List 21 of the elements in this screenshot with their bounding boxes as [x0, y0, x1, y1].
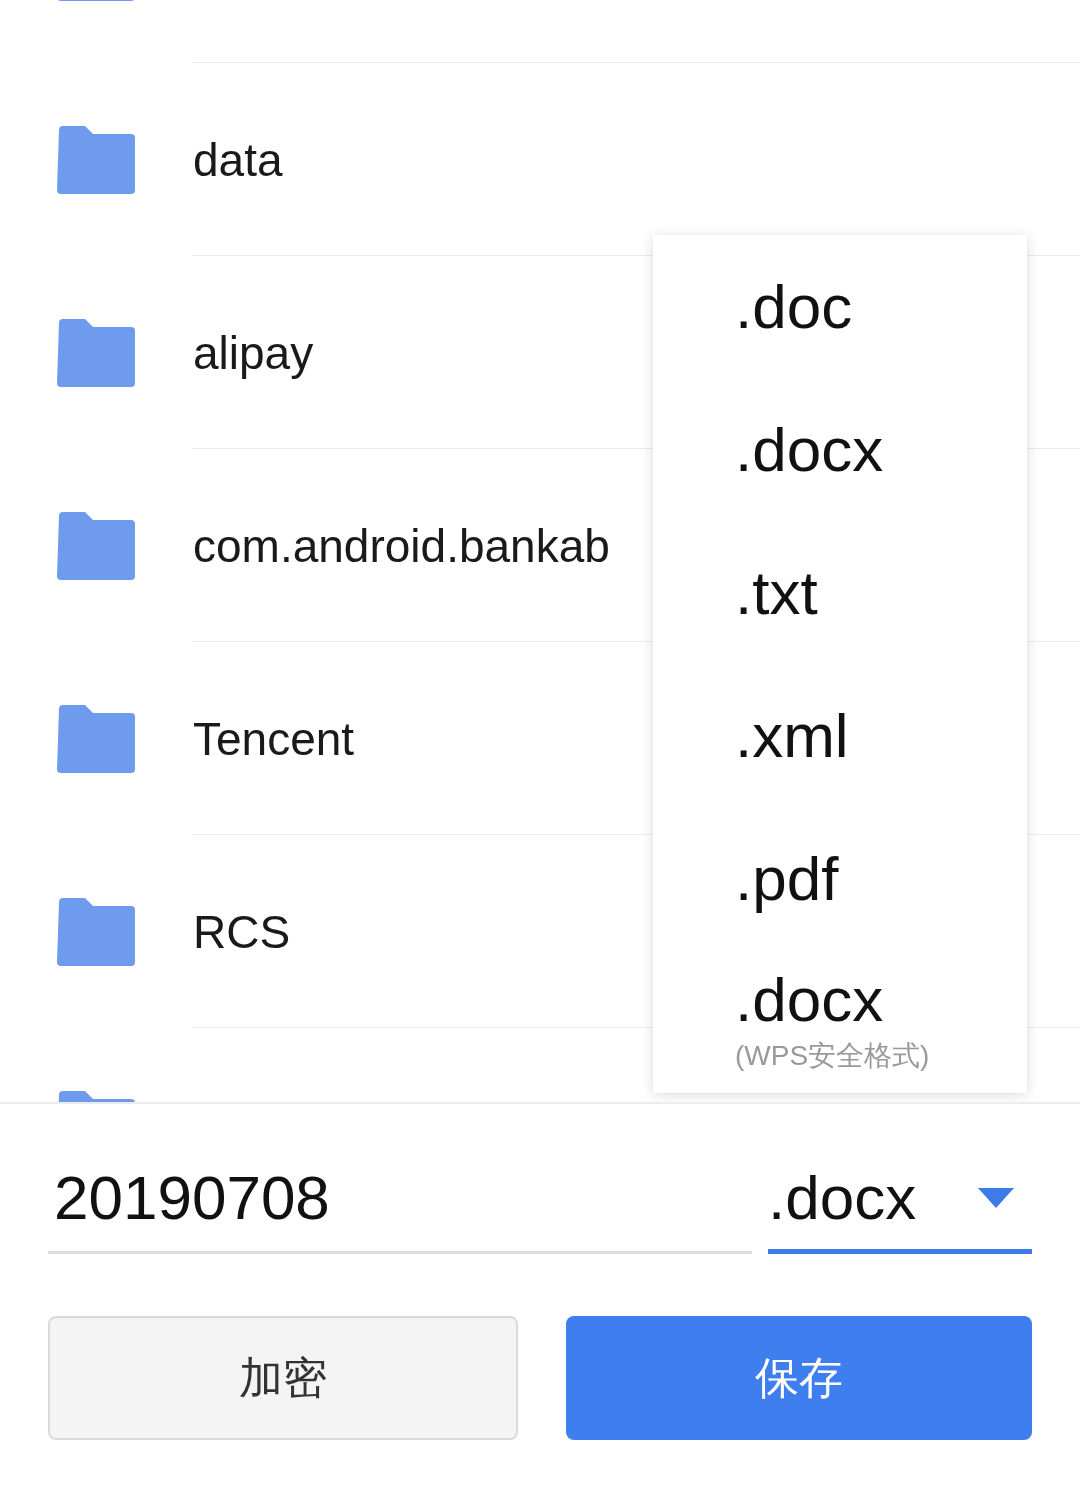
folder-icon [57, 511, 135, 580]
folder-icon [57, 897, 135, 966]
format-option[interactable]: .txt [735, 561, 1027, 624]
format-option[interactable]: .docx [735, 968, 1027, 1031]
folder-name[interactable]: com.android.bankab [193, 518, 610, 573]
folder-icon [57, 125, 135, 194]
format-select[interactable]: .docx [768, 1152, 1032, 1254]
format-option[interactable]: .doc [735, 275, 1027, 338]
save-button[interactable]: 保存 [566, 1316, 1032, 1440]
format-option[interactable]: .docx [735, 418, 1027, 481]
folder-name[interactable]: data [193, 132, 283, 187]
folder-icon [57, 318, 135, 387]
folder-name[interactable]: Tencent [193, 711, 355, 766]
folder-name[interactable]: RCS [193, 904, 291, 959]
format-note: (WPS安全格式) [735, 1038, 931, 1073]
caret-icon [978, 1187, 1014, 1208]
file-name-field[interactable]: 20190708 [48, 1152, 752, 1254]
folder-icon [57, 704, 135, 773]
format-option[interactable]: .xml [735, 704, 1027, 767]
encrypt-button[interactable]: 加密 [48, 1316, 518, 1440]
folder-name[interactable]: alipay [193, 325, 314, 380]
